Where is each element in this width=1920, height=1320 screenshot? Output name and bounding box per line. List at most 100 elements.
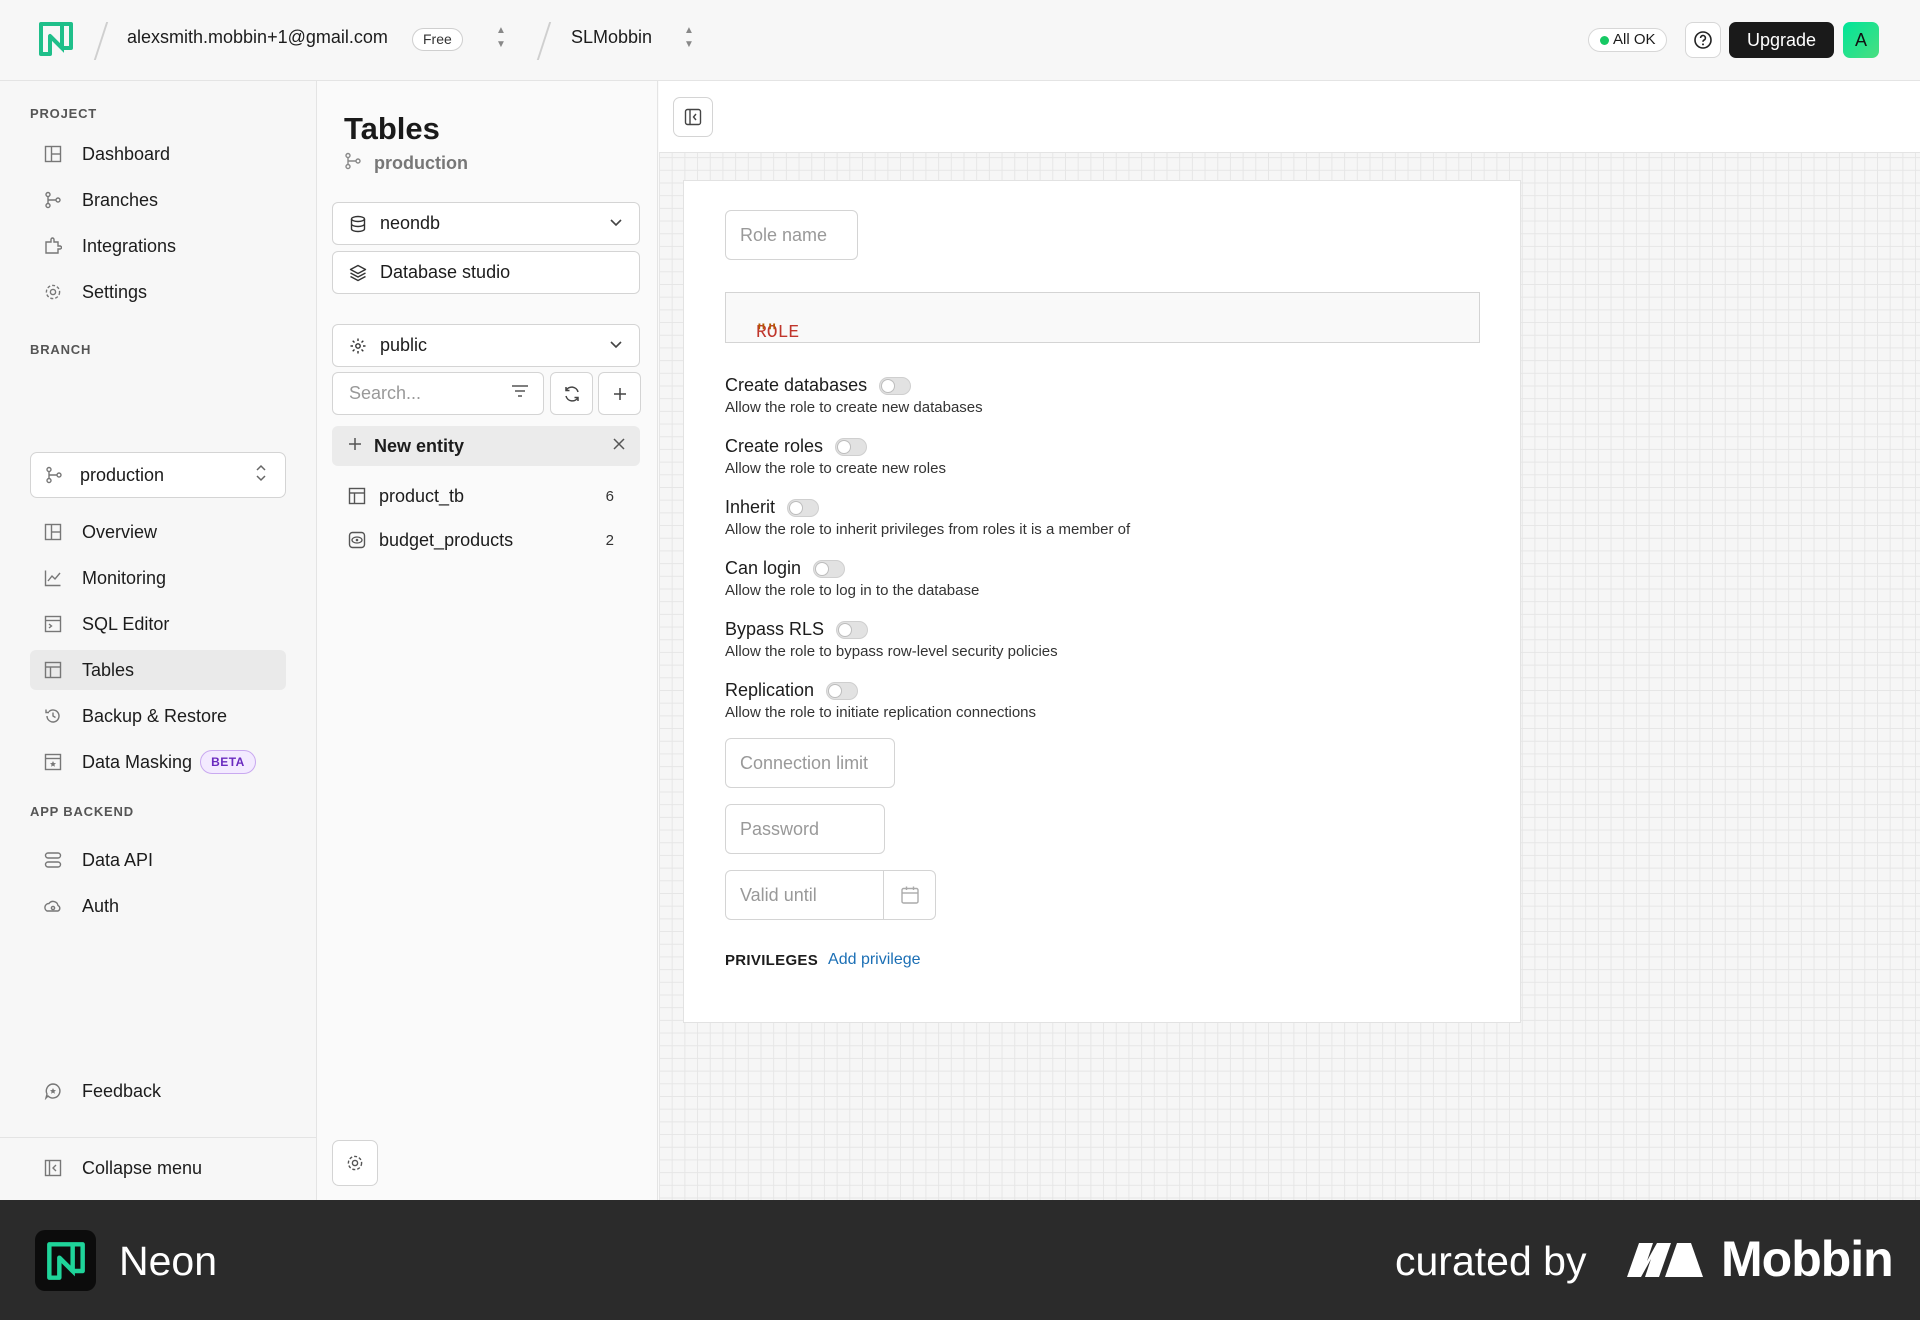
- project-name[interactable]: SLMobbin: [571, 27, 652, 48]
- feedback-label: Feedback: [82, 1080, 162, 1101]
- current-branch: production: [344, 152, 468, 175]
- help-button[interactable]: [1685, 22, 1721, 58]
- panel-settings-button[interactable]: [332, 1140, 378, 1186]
- branch-selector[interactable]: production: [30, 452, 286, 498]
- table-name: budget_products: [379, 529, 514, 550]
- avatar[interactable]: A: [1843, 22, 1879, 58]
- schema-select[interactable]: public: [332, 324, 640, 367]
- database-studio-button[interactable]: Database studio: [332, 251, 640, 294]
- sidebar-item-settings[interactable]: Settings: [30, 272, 286, 312]
- sidebar-item-label: Branches: [82, 189, 159, 210]
- sql-editor-icon: [43, 614, 63, 634]
- chevron-down-icon: [609, 215, 623, 233]
- branch-selector-value: production: [80, 464, 165, 485]
- search-input[interactable]: [349, 383, 499, 404]
- project-switcher-icon[interactable]: ▲ ▼: [681, 26, 697, 54]
- create-databases-toggle[interactable]: [879, 376, 912, 395]
- option-create-databases: Create databases Allow the role to creat…: [725, 375, 983, 416]
- collapse-panel-button[interactable]: [673, 97, 713, 137]
- schema-icon: [348, 336, 368, 356]
- footer-banner: Neon curated by Mobbin: [0, 1200, 1920, 1320]
- option-title: Bypass RLS: [725, 619, 825, 639]
- sidebar-item-overview[interactable]: Overview: [30, 512, 286, 552]
- current-branch-label: production: [374, 153, 468, 173]
- sidebar-item-auth[interactable]: Auth: [30, 886, 286, 926]
- sidebar-item-integrations[interactable]: Integrations: [30, 226, 286, 266]
- sidebar-item-branches[interactable]: Branches: [30, 180, 286, 220]
- help-icon: [1694, 31, 1712, 49]
- database-icon: [348, 214, 368, 234]
- table-list-item[interactable]: budget_products 2: [332, 520, 640, 560]
- sidebar-item-label: Overview: [82, 521, 158, 542]
- data-api-icon: [43, 850, 63, 870]
- sidebar-item-monitoring[interactable]: Monitoring: [30, 558, 286, 598]
- sidebar-divider: [0, 1137, 317, 1138]
- can-login-toggle[interactable]: [813, 559, 846, 578]
- account-email[interactable]: alexsmith.mobbin+1@gmail.com: [127, 27, 388, 48]
- branch-section-label: BRANCH: [30, 342, 92, 357]
- option-create-roles: Create roles Allow the role to create ne…: [725, 436, 946, 477]
- sql-string: "": [756, 323, 778, 343]
- gear-icon: [347, 1155, 363, 1171]
- valid-until-field: [725, 870, 936, 920]
- password-field: [725, 804, 885, 854]
- option-description: Allow the role to initiate replication c…: [725, 704, 1037, 721]
- overview-icon: [43, 522, 63, 542]
- sidebar-item-data-api[interactable]: Data API: [30, 840, 286, 880]
- history-icon: [43, 706, 63, 726]
- dashboard-icon: [43, 144, 63, 164]
- sidebar-item-label: Tables: [82, 659, 135, 680]
- create-roles-toggle[interactable]: [835, 437, 868, 456]
- bypass-rls-toggle[interactable]: [836, 620, 869, 639]
- database-select[interactable]: neondb: [332, 202, 640, 245]
- new-entity-item[interactable]: New entity: [332, 426, 640, 466]
- chevron-down-icon: [609, 337, 623, 355]
- replication-toggle[interactable]: [826, 681, 859, 700]
- branches-icon: [344, 152, 362, 175]
- filter-icon[interactable]: [511, 384, 529, 403]
- sidebar-item-label: SQL Editor: [82, 613, 170, 634]
- add-table-button[interactable]: [598, 372, 641, 415]
- add-privilege-link[interactable]: Add privilege: [828, 951, 921, 969]
- mobbin-logo: Mobbin: [1625, 1230, 1894, 1288]
- inherit-toggle[interactable]: [787, 498, 820, 517]
- new-entity-label: New entity: [374, 435, 465, 456]
- feedback-button[interactable]: Feedback: [30, 1071, 286, 1111]
- option-description: Allow the role to create new roles: [725, 460, 946, 477]
- sidebar-item-label: Monitoring: [82, 567, 167, 588]
- integrations-icon: [43, 236, 63, 256]
- table-list-item[interactable]: product_tb 6: [332, 476, 640, 516]
- close-icon[interactable]: [612, 437, 626, 456]
- role-name-input[interactable]: [726, 211, 857, 259]
- top-bar: alexsmith.mobbin+1@gmail.com Free ▲ ▼ SLM…: [0, 0, 1920, 81]
- role-sql-preview: ROLE "": [725, 292, 1480, 343]
- sidebar-collapse-icon: [684, 108, 702, 126]
- view-icon: [347, 530, 367, 550]
- sidebar-item-dashboard[interactable]: Dashboard: [30, 134, 286, 174]
- sidebar-item-tables[interactable]: Tables: [30, 650, 286, 690]
- status-badge[interactable]: All OK: [1588, 28, 1667, 52]
- mobbin-wordmark: Mobbin: [1721, 1231, 1894, 1287]
- sidebar-item-backup-restore[interactable]: Backup & Restore: [30, 696, 286, 736]
- sidebar-item-sql-editor[interactable]: SQL Editor: [30, 604, 286, 644]
- upgrade-button[interactable]: Upgrade: [1729, 22, 1834, 58]
- plus-icon: [348, 437, 362, 456]
- plan-badge: Free: [412, 28, 463, 51]
- curated-by-label: curated by: [1395, 1238, 1587, 1284]
- tables-panel: Tables production neondb Database studio…: [318, 81, 658, 1200]
- connection-limit-input[interactable]: [726, 739, 894, 787]
- sidebar: PROJECT Dashboard Branches Integrations …: [0, 81, 317, 1200]
- valid-until-input[interactable]: [726, 871, 884, 919]
- collapse-menu-button[interactable]: Collapse menu: [30, 1148, 286, 1188]
- neon-logo-icon[interactable]: [38, 21, 74, 57]
- sidebar-item-label: Settings: [82, 281, 148, 302]
- privileges-label: PRIVILEGES: [725, 951, 819, 969]
- account-switcher-icon[interactable]: ▲ ▼: [493, 26, 509, 54]
- main-canvas: ROLE "" Create databases Allow the role …: [659, 81, 1920, 1200]
- password-input[interactable]: [726, 805, 884, 853]
- refresh-button[interactable]: [550, 372, 593, 415]
- option-title: Inherit: [725, 497, 776, 517]
- neon-app-logo-icon: [35, 1230, 96, 1291]
- branches-icon: [44, 465, 64, 485]
- calendar-icon[interactable]: [884, 871, 935, 919]
